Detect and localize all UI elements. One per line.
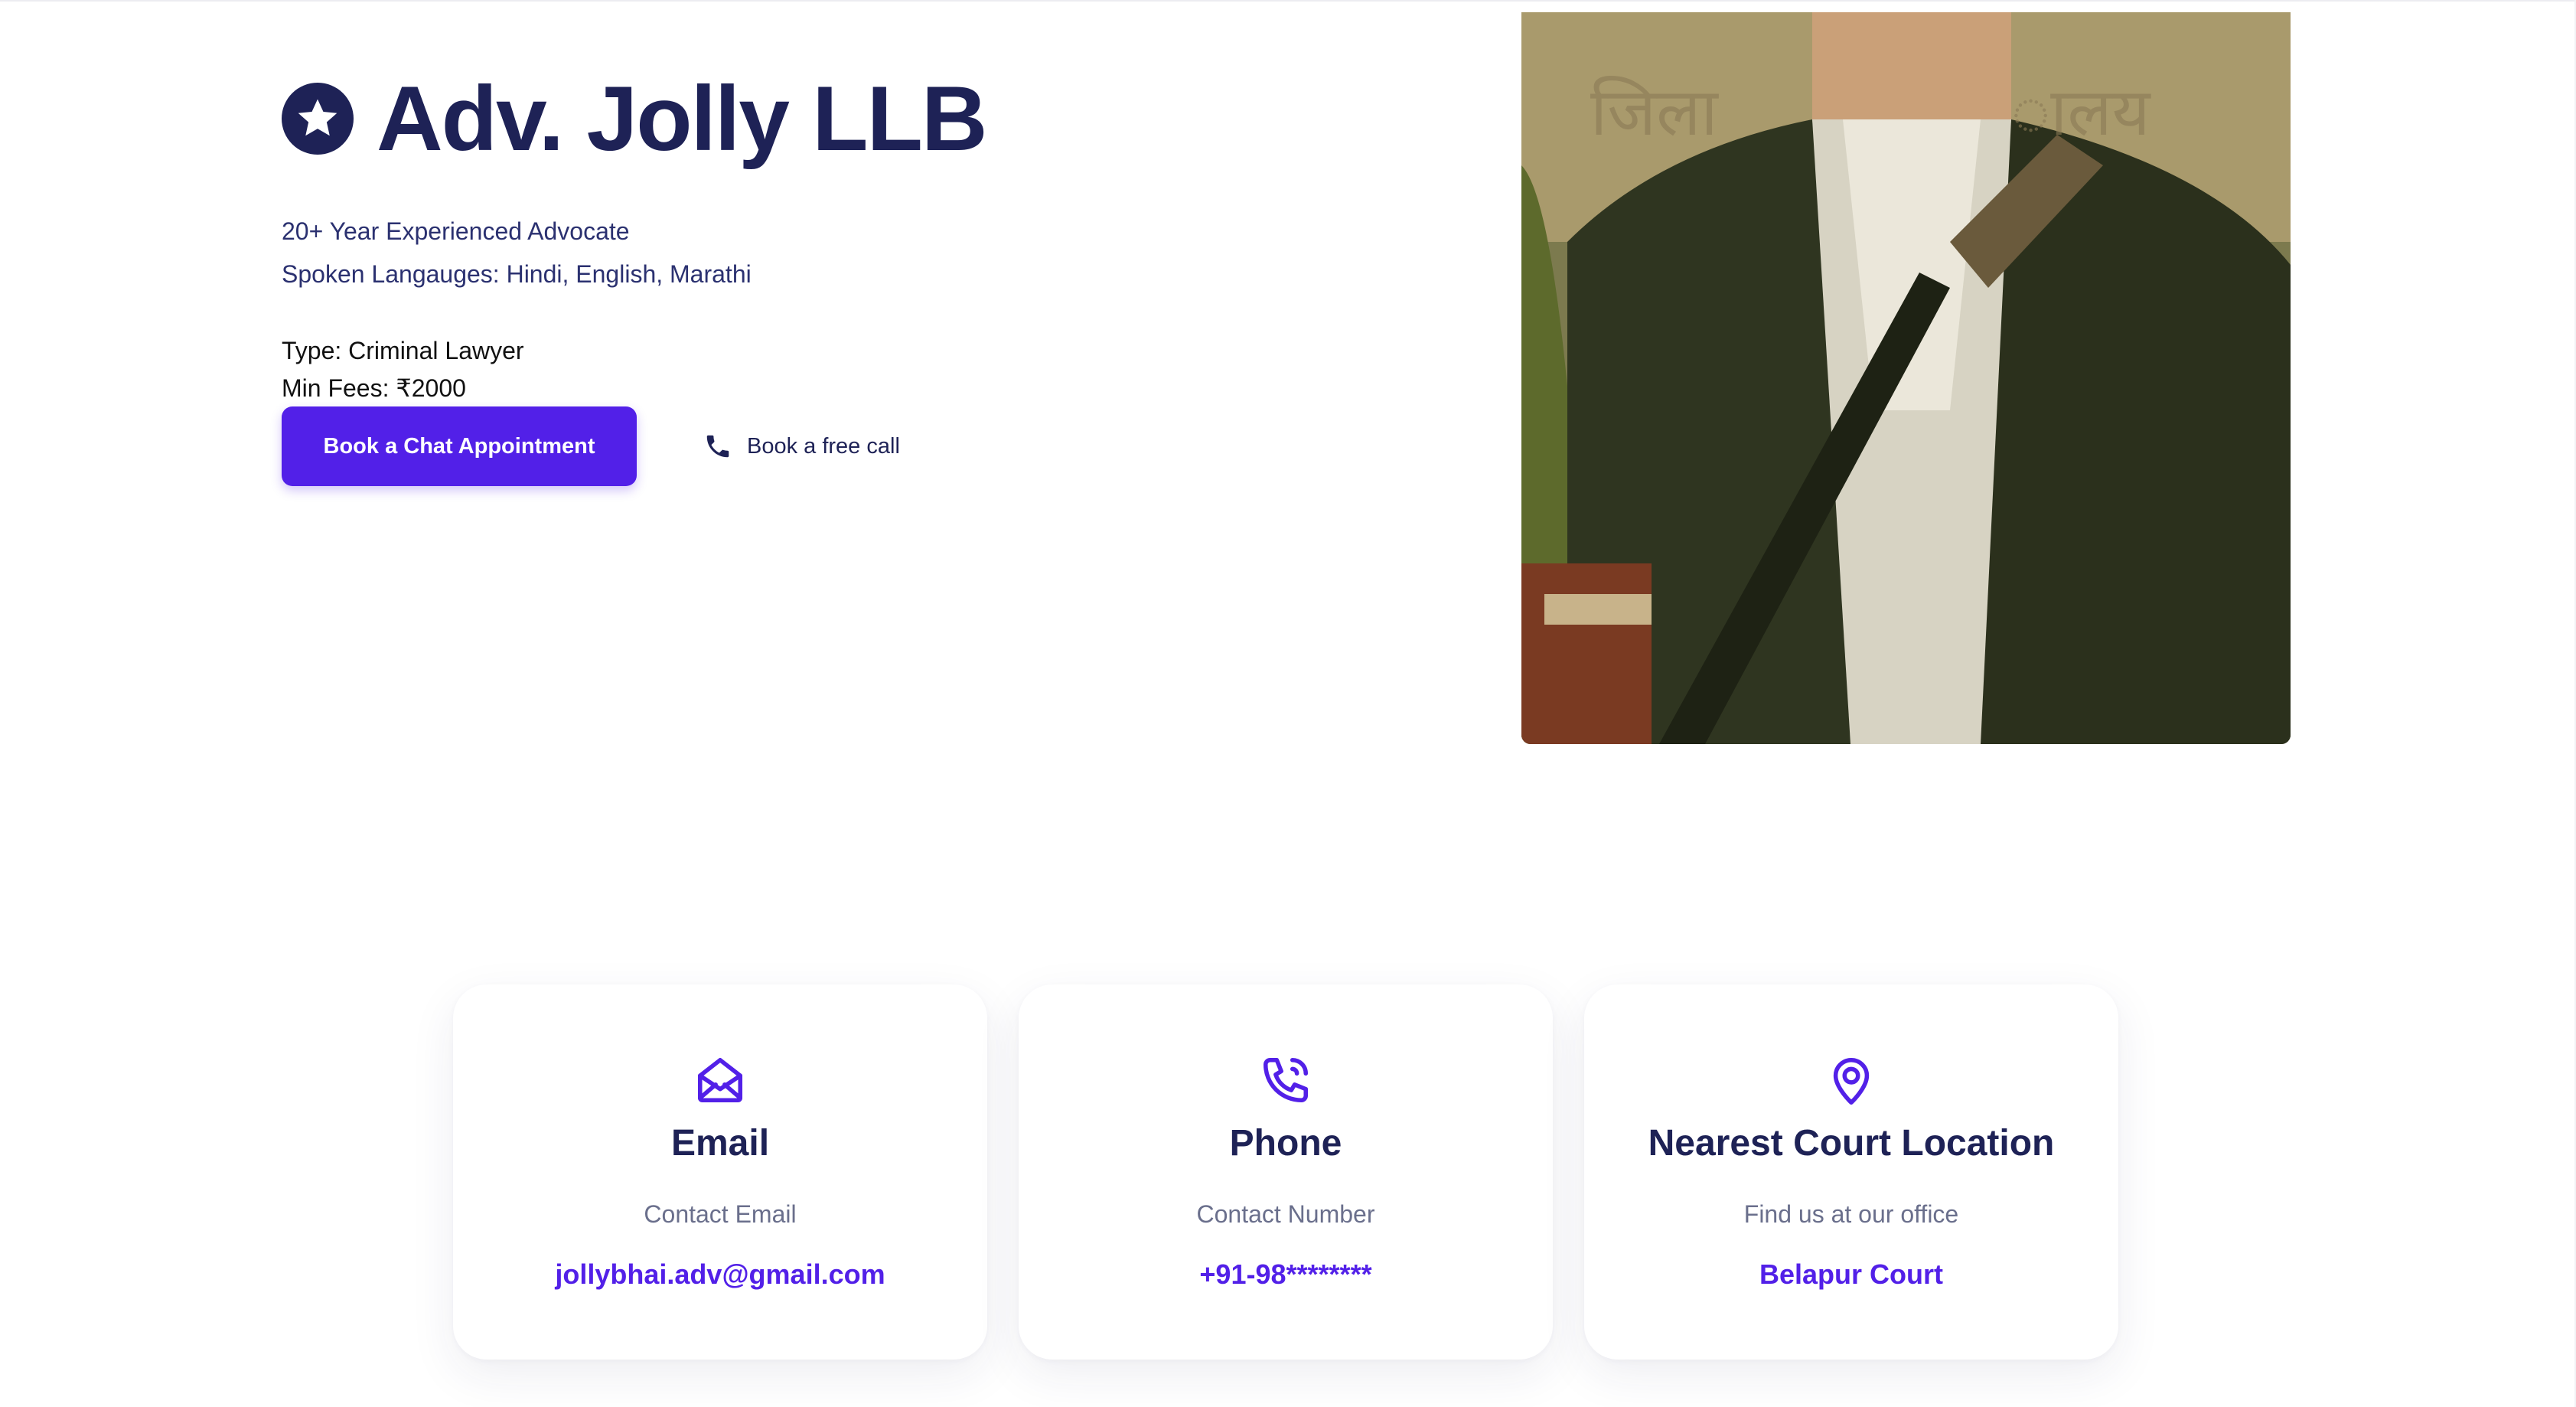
experience-text: 20+ Year Experienced Advocate — [282, 217, 630, 245]
top-divider — [0, 0, 2576, 2]
book-free-call-label: Book a free call — [747, 433, 900, 459]
min-fees-text: Min Fees: ₹2000 — [282, 374, 466, 402]
title-row: Adv. Jolly LLB — [282, 67, 988, 170]
page: Adv. Jolly LLB 20+ Year Experienced Advo… — [0, 0, 2576, 1407]
card-title: Phone — [1229, 1123, 1342, 1164]
card-title: Email — [670, 1123, 770, 1164]
envelope-open-icon — [693, 1053, 747, 1107]
contact-card-location: Nearest Court Location Find us at our of… — [1584, 984, 2118, 1360]
book-chat-appointment-button[interactable]: Book a Chat Appointment — [282, 406, 637, 486]
email-link[interactable]: jollybhai.adv@gmail.com — [453, 1258, 987, 1291]
star-icon — [282, 83, 354, 155]
card-subtitle: Find us at our office — [1743, 1200, 1959, 1228]
phone-link[interactable]: +91-98******** — [1019, 1258, 1553, 1291]
court-location-link[interactable]: Belapur Court — [1584, 1258, 2118, 1291]
advocate-photo: जिला ालय — [1521, 12, 2291, 744]
svg-text:जिला: जिला — [1590, 74, 1719, 151]
contact-card-phone: Phone Contact Number +91-98******** — [1019, 984, 1553, 1360]
card-title: Nearest Court Location — [1648, 1123, 2055, 1164]
lawyer-type-text: Type: Criminal Lawyer — [282, 337, 524, 364]
map-pin-icon — [1824, 1053, 1878, 1107]
book-free-call-button[interactable]: Book a free call — [703, 429, 900, 464]
languages-text: Spoken Langauges: Hindi, English, Marath… — [282, 260, 752, 288]
contact-card-email: Email Contact Email jollybhai.adv@gmail.… — [453, 984, 987, 1360]
card-subtitle: Contact Email — [644, 1200, 797, 1228]
phone-icon — [703, 431, 733, 462]
card-subtitle: Contact Number — [1196, 1200, 1375, 1228]
page-title: Adv. Jolly LLB — [377, 67, 988, 170]
phone-call-icon — [1259, 1053, 1312, 1107]
svg-text:ालय: ालय — [2011, 74, 2152, 151]
